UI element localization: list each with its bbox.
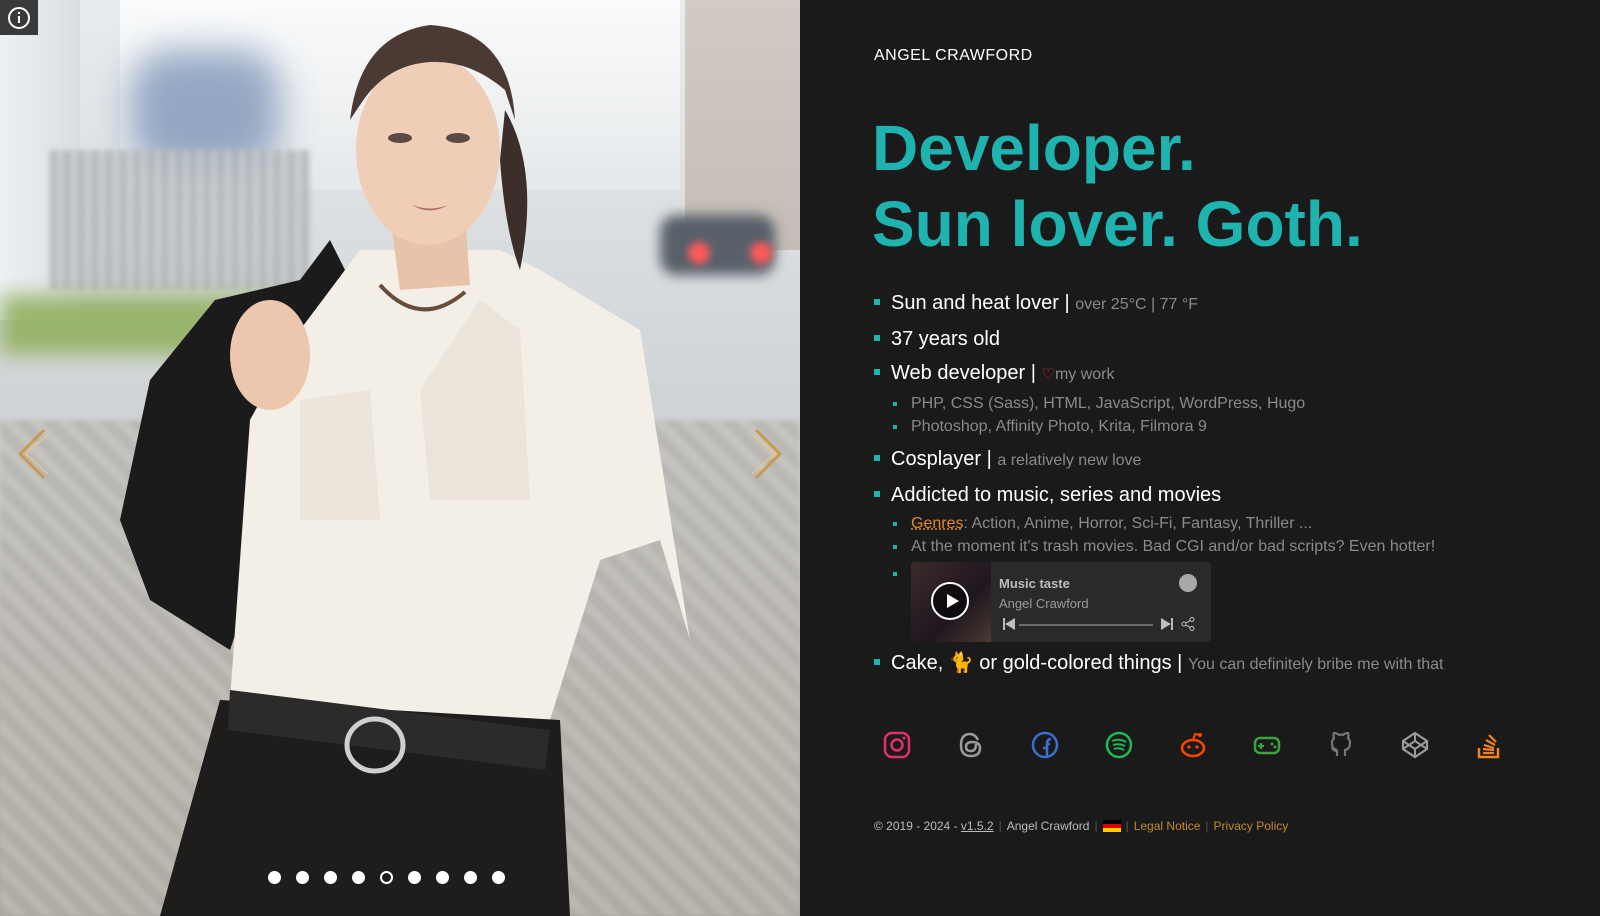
slider-dot[interactable] bbox=[324, 871, 337, 884]
cat-emoji: 🐈 bbox=[948, 652, 974, 674]
privacy-policy-link[interactable]: Privacy Policy bbox=[1214, 819, 1289, 833]
social-links bbox=[882, 730, 1504, 760]
stackoverflow-icon bbox=[1477, 734, 1500, 759]
instagram-icon bbox=[883, 731, 911, 759]
github-icon bbox=[1330, 731, 1352, 756]
skip-back-icon[interactable] bbox=[1003, 618, 1015, 630]
spotify-link[interactable] bbox=[1104, 730, 1134, 760]
fact-cake-text-a: Cake, bbox=[891, 652, 944, 674]
slider-dot[interactable] bbox=[408, 871, 421, 884]
progress-bar[interactable] bbox=[1019, 624, 1153, 626]
skip-forward-icon[interactable] bbox=[1161, 618, 1173, 630]
footer-author: Angel Crawford bbox=[1006, 819, 1090, 833]
reddit-link[interactable] bbox=[1178, 730, 1208, 760]
instagram-link[interactable] bbox=[882, 730, 912, 760]
fact-sun-note: over 25°C | 77 °F bbox=[1075, 296, 1198, 313]
profile-content: ANGEL CRAWFORD Developer. Sun lover. Got… bbox=[800, 0, 1600, 916]
fact-cake: Cake, 🐈 or gold-colored things | You can… bbox=[874, 650, 1444, 678]
threads-icon bbox=[959, 732, 982, 758]
spotify-item: Music taste Angel Crawford bbox=[891, 562, 1444, 642]
fact-cake-text-b: or gold-colored things | bbox=[979, 652, 1183, 674]
slider-dot[interactable] bbox=[268, 871, 281, 884]
genres-list: : Action, Anime, Horror, Sci-Fi, Fantasy… bbox=[963, 515, 1313, 532]
version-link[interactable]: v1.5.2 bbox=[961, 819, 994, 833]
gaming-icon bbox=[1253, 736, 1281, 755]
skills-graphics: Photoshop, Affinity Photo, Krita, Filmor… bbox=[891, 415, 1444, 438]
skills-list: PHP, CSS (Sass), HTML, JavaScript, WordP… bbox=[891, 392, 1444, 438]
heart-icon: ♡ bbox=[1041, 366, 1055, 383]
slider-dot[interactable] bbox=[296, 871, 309, 884]
slider-dot[interactable] bbox=[380, 871, 393, 884]
fact-webdev-text: Web developer | bbox=[891, 362, 1036, 384]
slider-dot[interactable] bbox=[352, 871, 365, 884]
codepen-icon bbox=[1401, 731, 1429, 759]
chevron-right-icon bbox=[751, 428, 783, 480]
gaming-link[interactable] bbox=[1252, 730, 1282, 760]
fact-cosplay-note: a relatively new love bbox=[997, 452, 1142, 469]
facebook-icon bbox=[1031, 731, 1059, 759]
music-details: Genres: Action, Anime, Horror, Sci-Fi, F… bbox=[891, 512, 1444, 642]
german-flag-icon[interactable] bbox=[1102, 820, 1121, 832]
fact-age: 37 years old bbox=[874, 326, 1444, 352]
github-link[interactable] bbox=[1326, 730, 1356, 760]
fact-age-text: 37 years old bbox=[891, 328, 1000, 350]
slider-next-button[interactable] bbox=[750, 428, 786, 480]
copyright: © 2019 - 2024 - bbox=[874, 819, 958, 833]
footer-separator: | bbox=[998, 819, 1002, 833]
slider-dot[interactable] bbox=[492, 871, 505, 884]
skills-dev: PHP, CSS (Sass), HTML, JavaScript, WordP… bbox=[891, 392, 1444, 415]
spotify-icon bbox=[1105, 731, 1133, 759]
genres-item: Genres: Action, Anime, Horror, Sci-Fi, F… bbox=[891, 512, 1444, 535]
chevron-left-icon bbox=[17, 428, 49, 480]
headline-line-2: Sun lover. Goth. bbox=[872, 188, 1363, 260]
slider-dot[interactable] bbox=[464, 871, 477, 884]
portrait-person bbox=[120, 25, 690, 916]
fact-sun: Sun and heat lover | over 25°C | 77 °F bbox=[874, 290, 1444, 318]
spotify-logo-icon[interactable] bbox=[1179, 574, 1197, 592]
footer-separator: | bbox=[1125, 819, 1129, 833]
footer-separator: | bbox=[1205, 819, 1209, 833]
hero-photo-slider bbox=[0, 0, 800, 916]
fact-music-text: Addicted to music, series and movies bbox=[891, 484, 1222, 506]
facebook-link[interactable] bbox=[1030, 730, 1060, 760]
site-name: ANGEL CRAWFORD bbox=[874, 47, 1033, 64]
spotify-embed: Music taste Angel Crawford bbox=[911, 562, 1211, 642]
info-icon bbox=[8, 6, 30, 29]
facts-list: Sun and heat lover | over 25°C | 77 °F 3… bbox=[874, 290, 1444, 678]
codepen-link[interactable] bbox=[1400, 730, 1430, 760]
reddit-icon bbox=[1180, 732, 1206, 758]
share-icon[interactable] bbox=[1181, 617, 1195, 631]
legal-notice-link[interactable]: Legal Notice bbox=[1134, 819, 1201, 833]
photo-info-button[interactable] bbox=[0, 0, 38, 35]
play-button[interactable] bbox=[931, 582, 969, 620]
playlist-artist[interactable]: Angel Crawford bbox=[999, 592, 1089, 615]
slider-dot[interactable] bbox=[436, 871, 449, 884]
footer: © 2019 - 2024 - v1.5.2 | Angel Crawford … bbox=[874, 819, 1288, 833]
fact-cake-note: You can definitely bribe me with that bbox=[1187, 656, 1444, 673]
headline: Developer. Sun lover. Goth. bbox=[872, 110, 1363, 262]
stackoverflow-link[interactable] bbox=[1474, 730, 1504, 760]
fact-cosplay: Cosplayer | a relatively new love bbox=[874, 446, 1444, 474]
slider-prev-button[interactable] bbox=[14, 428, 50, 480]
slider-pagination bbox=[268, 871, 505, 884]
fact-music: Addicted to music, series and movies Gen… bbox=[874, 482, 1444, 642]
footer-separator: | bbox=[1094, 819, 1098, 833]
headline-line-1: Developer. bbox=[872, 112, 1196, 184]
fact-cosplay-text: Cosplayer | bbox=[891, 448, 992, 470]
fact-sun-text: Sun and heat lover | bbox=[891, 292, 1070, 314]
trash-movies: At the moment it's trash movies. Bad CGI… bbox=[891, 535, 1444, 558]
fact-webdev: Web developer | ♡my work PHP, CSS (Sass)… bbox=[874, 360, 1444, 438]
genres-link[interactable]: Genres bbox=[911, 515, 963, 532]
fact-webdev-note: my work bbox=[1054, 366, 1115, 383]
threads-link[interactable] bbox=[956, 730, 986, 760]
